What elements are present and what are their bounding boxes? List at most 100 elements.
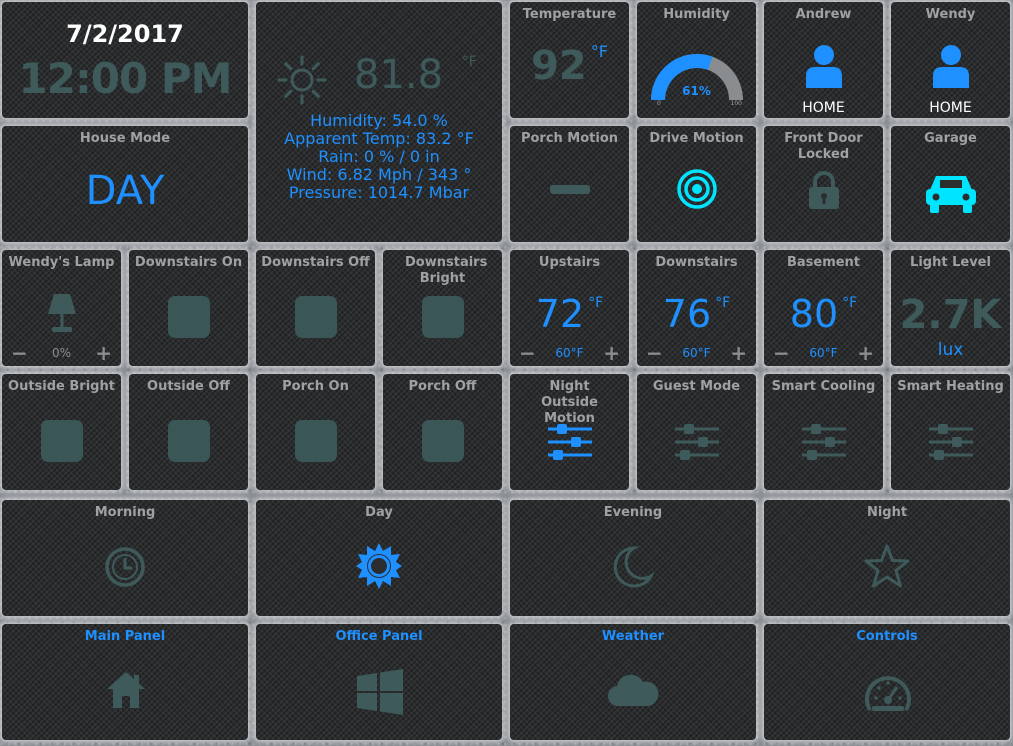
humidity-min: 0	[657, 100, 661, 107]
nav-weather-title: Weather	[601, 629, 665, 644]
thermostat-downstairs-increase-button[interactable]: +	[730, 343, 747, 363]
nav-controls-tile[interactable]: Controls	[764, 624, 1010, 740]
guest-mode-title: Guest Mode	[652, 379, 741, 394]
downstairs-off-title: Downstairs Off	[261, 255, 370, 270]
night-outside-motion-tile[interactable]: Night Outside Motion	[510, 374, 629, 490]
dashboard-gauge-icon	[864, 672, 912, 712]
temperature-title: Temperature	[522, 7, 617, 22]
temperature-unit: °F	[590, 42, 608, 61]
outside-bright-tile[interactable]: Outside Bright	[2, 374, 121, 490]
weather-temp-unit: °F	[461, 54, 477, 70]
thermostat-downstairs-value: 76	[662, 292, 712, 336]
thermostat-upstairs-decrease-button[interactable]: −	[519, 343, 536, 363]
outside-off-tile[interactable]: Outside Off	[129, 374, 248, 490]
presence-andrew-tile: Andrew HOME	[764, 2, 883, 118]
weather-wind: Wind: 6.82 Mph / 343 °	[286, 165, 472, 184]
thermostat-upstairs-reading: 72 °F	[510, 292, 629, 336]
presence-andrew-name: Andrew	[795, 7, 852, 22]
wendys-lamp-increase-button[interactable]: +	[95, 343, 112, 363]
motion-inactive-icon	[550, 185, 590, 194]
humidity-value: 61%	[682, 84, 711, 98]
outside-bright-title: Outside Bright	[8, 379, 115, 394]
nav-controls-title: Controls	[856, 629, 918, 644]
thermostat-downstairs-decrease-button[interactable]: −	[646, 343, 663, 363]
lock-icon	[808, 170, 840, 210]
wendys-lamp-title: Wendy's Lamp	[8, 255, 115, 270]
downstairs-off-tile[interactable]: Downstairs Off	[256, 250, 375, 366]
humidity-title: Humidity	[663, 7, 730, 22]
switch-icon	[421, 420, 464, 462]
mode-day-title: Day	[365, 505, 393, 520]
clock-time: 12:00 PM	[18, 54, 233, 103]
light-level-value: 2.7K	[899, 292, 1002, 338]
nav-main-panel-title: Main Panel	[84, 629, 166, 644]
mode-day-tile[interactable]: Day	[256, 500, 502, 616]
mode-night-tile[interactable]: Night	[764, 500, 1010, 616]
thermostat-downstairs-tile[interactable]: Downstairs 76 °F 60°F − +	[637, 250, 756, 366]
cloud-icon	[607, 672, 659, 708]
porch-off-tile[interactable]: Porch Off	[383, 374, 502, 490]
clock-tile: 7/2/2017 12:00 PM	[2, 2, 248, 118]
guest-mode-tile[interactable]: Guest Mode	[637, 374, 756, 490]
weather-tile[interactable]: 81.8 °F Humidity: 54.0 % Apparent Temp: …	[256, 2, 502, 242]
nav-weather-tile[interactable]: Weather	[510, 624, 756, 740]
switch-icon	[167, 296, 210, 338]
weather-rain: Rain: 0 % / 0 in	[318, 147, 440, 166]
nav-main-panel-tile[interactable]: Main Panel	[2, 624, 248, 740]
windows-icon	[357, 669, 403, 715]
thermostat-basement-increase-button[interactable]: +	[857, 343, 874, 363]
presence-wendy-name: Wendy	[925, 7, 976, 22]
nav-office-panel-tile[interactable]: Office Panel	[256, 624, 502, 740]
light-level-unit: lux	[937, 340, 964, 360]
downstairs-bright-tile[interactable]: Downstairs Bright	[383, 250, 502, 366]
clock-icon	[104, 546, 146, 588]
sliders-icon	[675, 422, 719, 462]
garage-title: Garage	[924, 131, 977, 146]
sun-icon	[276, 54, 328, 106]
light-level-title: Light Level	[910, 255, 991, 270]
thermostat-downstairs-reading: 76 °F	[637, 292, 756, 336]
mode-morning-tile[interactable]: Morning	[2, 500, 248, 616]
weather-temp-value: 81.8	[354, 52, 444, 98]
lamp-icon	[46, 294, 78, 334]
drive-motion-title: Drive Motion	[649, 131, 744, 146]
thermostat-downstairs-unit: °F	[715, 295, 731, 311]
porch-off-title: Porch Off	[408, 379, 477, 394]
smart-cooling-tile[interactable]: Smart Cooling	[764, 374, 883, 490]
thermostat-upstairs-increase-button[interactable]: +	[603, 343, 620, 363]
porch-on-title: Porch On	[282, 379, 349, 394]
home-icon	[105, 670, 147, 710]
weather-humidity: Humidity: 54.0 %	[310, 111, 448, 130]
star-icon	[864, 544, 910, 588]
front-door-title: Front Door Locked	[784, 131, 863, 162]
thermostat-basement-decrease-button[interactable]: −	[773, 343, 790, 363]
thermostat-upstairs-value: 72	[535, 292, 585, 336]
garage-tile[interactable]: Garage	[891, 126, 1010, 242]
house-mode-tile[interactable]: House Mode DAY	[2, 126, 248, 242]
front-door-tile[interactable]: Front Door Locked	[764, 126, 883, 242]
mode-evening-title: Evening	[603, 505, 663, 520]
outside-off-title: Outside Off	[147, 379, 230, 394]
humidity-tile: Humidity 61% 0 100	[637, 2, 756, 118]
clock-date: 7/2/2017	[66, 20, 184, 48]
thermostat-upstairs-tile[interactable]: Upstairs 72 °F 60°F − +	[510, 250, 629, 366]
temperature-tile: Temperature 92 °F	[510, 2, 629, 118]
thermostat-basement-tile[interactable]: Basement 80 °F 60°F − +	[764, 250, 883, 366]
house-mode-title: House Mode	[79, 131, 171, 146]
wendys-lamp-tile[interactable]: Wendy's Lamp 0% − +	[2, 250, 121, 366]
switch-icon	[294, 296, 337, 338]
thermostat-upstairs-title: Upstairs	[538, 255, 601, 270]
downstairs-on-tile[interactable]: Downstairs On	[129, 250, 248, 366]
smart-heating-tile[interactable]: Smart Heating	[891, 374, 1010, 490]
weather-temp: 81.8 °F	[354, 52, 477, 98]
user-icon	[806, 44, 842, 88]
smart-cooling-title: Smart Cooling	[771, 379, 876, 394]
house-mode-value: DAY	[85, 168, 165, 214]
thermostat-basement-reading: 80 °F	[764, 292, 883, 336]
porch-on-tile[interactable]: Porch On	[256, 374, 375, 490]
presence-wendy-status: HOME	[929, 100, 972, 116]
switch-icon	[167, 420, 210, 462]
wendys-lamp-decrease-button[interactable]: −	[11, 343, 28, 363]
mode-evening-tile[interactable]: Evening	[510, 500, 756, 616]
user-icon	[933, 44, 969, 88]
